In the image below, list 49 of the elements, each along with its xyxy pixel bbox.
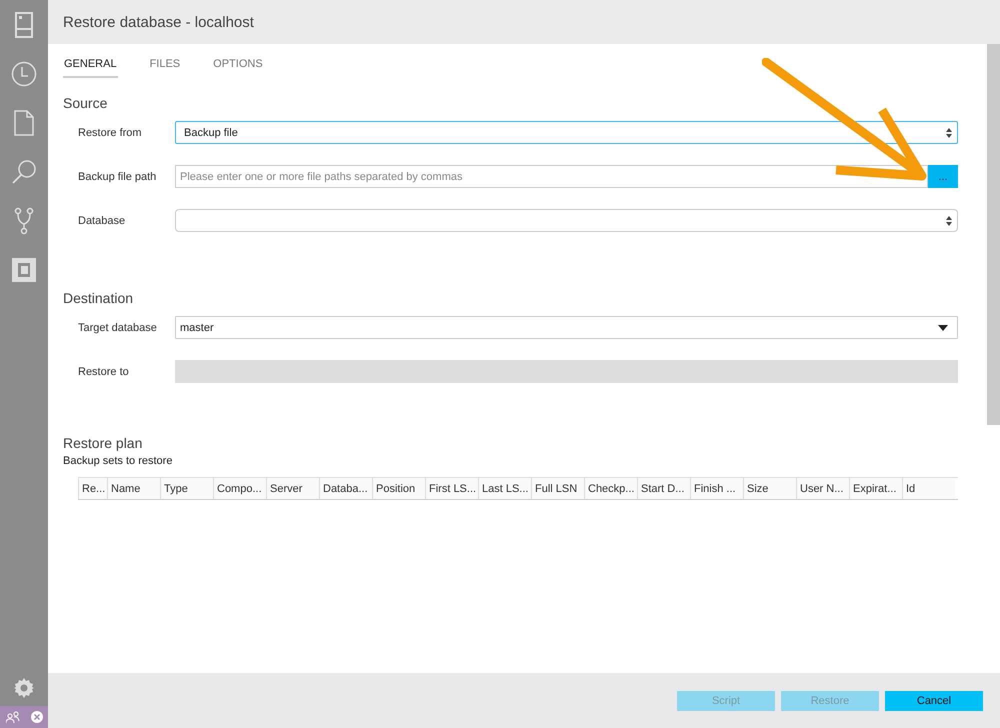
column-header[interactable]: Re... — [78, 478, 107, 499]
scrollbar-thumb[interactable] — [987, 44, 1000, 425]
browse-button[interactable]: ... — [928, 165, 958, 188]
section-heading: Restore plan — [63, 435, 144, 451]
people-icon[interactable] — [6, 711, 20, 723]
tab[interactable]: GENERAL — [63, 56, 118, 78]
section-subheading: Backup sets to restore — [63, 455, 174, 467]
column-header[interactable]: Id — [902, 478, 955, 499]
stepper-arrows-icon — [946, 128, 952, 138]
column-header[interactable]: Expirat... — [849, 478, 902, 499]
column-header[interactable]: Size — [743, 478, 796, 499]
column-header[interactable]: User N... — [796, 478, 849, 499]
column-header[interactable]: Server — [266, 478, 319, 499]
stepper-arrows-icon — [946, 216, 952, 226]
path-input[interactable]: Please enter one or more file paths separated by commas — [175, 165, 928, 188]
select-field[interactable] — [175, 209, 958, 232]
column-header[interactable]: Position — [372, 478, 425, 499]
field-label: Backup file path — [78, 170, 158, 182]
search-icon[interactable] — [11, 158, 37, 184]
dialog-title: Restore database - localhost — [63, 14, 254, 30]
branch-icon[interactable] — [14, 206, 34, 234]
column-header[interactable]: First LS... — [425, 478, 478, 499]
field-label: Restore from — [78, 126, 143, 138]
footer-button[interactable]: Cancel — [885, 690, 983, 710]
column-header[interactable]: Full LSN — [531, 478, 584, 499]
field-label: Database — [78, 214, 126, 226]
column-header[interactable]: Type — [160, 478, 213, 499]
column-header[interactable]: Finish ... — [690, 478, 743, 499]
column-header[interactable]: Compo... — [213, 478, 266, 499]
clock-icon[interactable] — [11, 60, 37, 86]
section-heading: Destination — [63, 290, 134, 306]
extension-icon[interactable] — [12, 258, 36, 282]
dropdown-field[interactable]: master — [175, 316, 958, 339]
column-header[interactable]: Start D... — [637, 478, 690, 499]
settings-icon[interactable] — [14, 678, 34, 698]
select-field[interactable]: Backup file — [175, 121, 958, 144]
column-header[interactable]: Checkp... — [584, 478, 637, 499]
column-header[interactable]: Last LS... — [478, 478, 531, 499]
section-heading: Source — [63, 95, 108, 111]
file-icon[interactable] — [14, 110, 34, 136]
caret-icon — [938, 324, 948, 330]
tab[interactable]: OPTIONS — [212, 56, 264, 78]
field-label: Restore to — [78, 366, 130, 378]
column-header[interactable]: Databa... — [319, 478, 372, 499]
tab[interactable]: FILES — [148, 56, 182, 78]
column-header[interactable]: Name — [107, 478, 160, 499]
field-label: Target database — [78, 322, 158, 334]
close-icon[interactable] — [30, 711, 42, 723]
server-icon[interactable] — [15, 12, 33, 38]
